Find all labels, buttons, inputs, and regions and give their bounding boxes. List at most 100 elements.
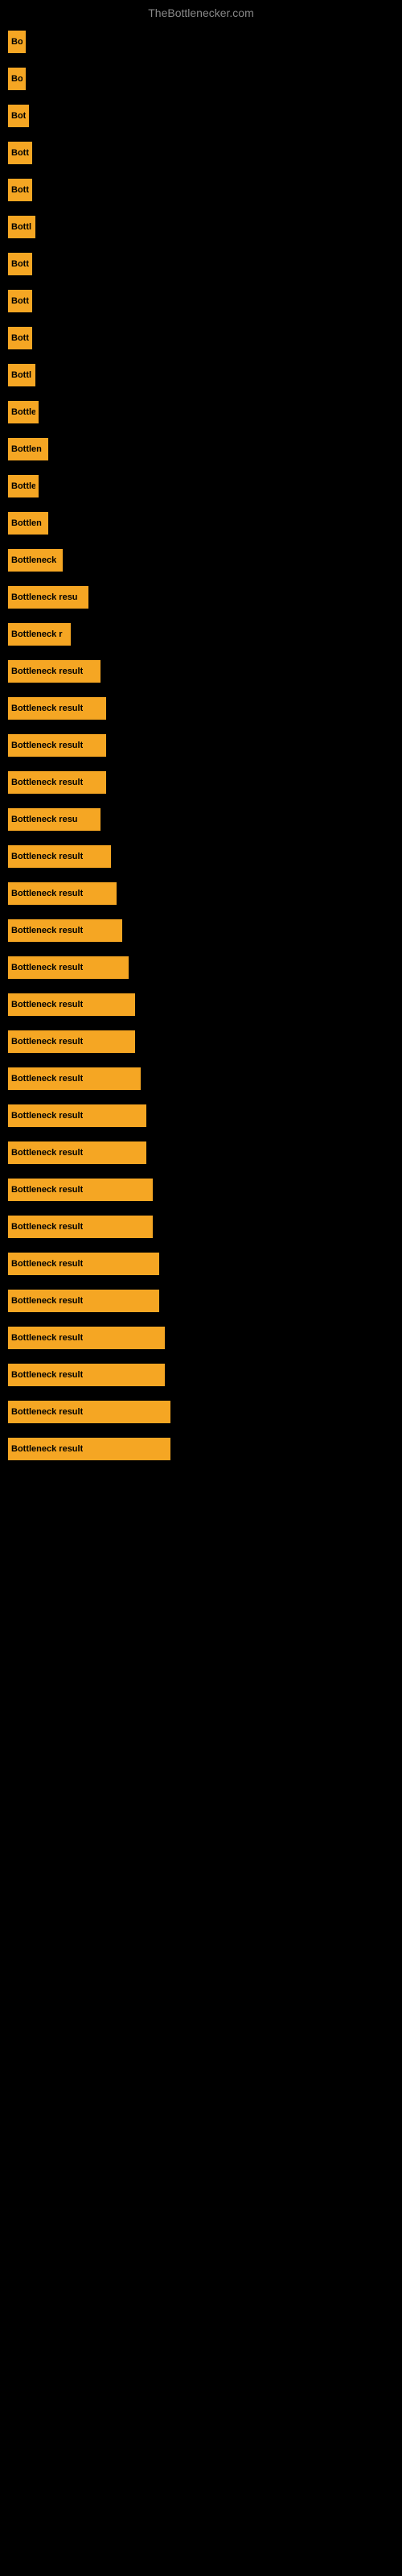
bar-label-31: Bottleneck result — [11, 1185, 83, 1195]
bar-30: Bottleneck result — [8, 1141, 146, 1164]
bar-row: Bottleneck result — [8, 1327, 394, 1349]
bar-31: Bottleneck result — [8, 1179, 153, 1201]
bar-row: Bot — [8, 105, 394, 127]
bar-23: Bottleneck result — [8, 882, 117, 905]
bar-label-8: Bott — [11, 333, 29, 343]
bar-row: Bottle — [8, 401, 394, 423]
bar-24: Bottleneck result — [8, 919, 122, 942]
bar-17: Bottleneck result — [8, 660, 100, 683]
bar-38: Bottleneck result — [8, 1438, 170, 1460]
bar-label-34: Bottleneck result — [11, 1296, 83, 1306]
bar-row: Bottleneck resu — [8, 808, 394, 831]
bar-row: Bott — [8, 290, 394, 312]
bar-row: Bottleneck result — [8, 1290, 394, 1312]
bar-label-6: Bott — [11, 259, 29, 269]
bar-label-1: Bo — [11, 74, 23, 84]
bar-row: Bott — [8, 142, 394, 164]
bar-7: Bott — [8, 290, 32, 312]
bar-22: Bottleneck result — [8, 845, 111, 868]
bar-11: Bottlen — [8, 438, 48, 460]
bar-12: Bottle — [8, 475, 39, 497]
bar-row: Bottlen — [8, 512, 394, 535]
bar-row: Bott — [8, 327, 394, 349]
bar-row: Bottleneck r — [8, 623, 394, 646]
bar-label-21: Bottleneck resu — [11, 815, 78, 824]
bar-row: Bo — [8, 68, 394, 90]
bar-3: Bott — [8, 142, 32, 164]
bar-label-9: Bottl — [11, 370, 31, 380]
bar-21: Bottleneck resu — [8, 808, 100, 831]
bar-row: Bottleneck result — [8, 993, 394, 1016]
bar-label-11: Bottlen — [11, 444, 42, 454]
bar-row: Bott — [8, 253, 394, 275]
bar-label-26: Bottleneck result — [11, 1000, 83, 1009]
bar-16: Bottleneck r — [8, 623, 71, 646]
bar-0: Bo — [8, 31, 26, 53]
bar-label-32: Bottleneck result — [11, 1222, 83, 1232]
bar-4: Bott — [8, 179, 32, 201]
bar-row: Bottleneck result — [8, 1438, 394, 1460]
bar-35: Bottleneck result — [8, 1327, 165, 1349]
bar-row: Bottleneck result — [8, 919, 394, 942]
bar-row: Bottleneck result — [8, 1067, 394, 1090]
bar-row: Bottleneck result — [8, 956, 394, 979]
bar-label-16: Bottleneck r — [11, 630, 63, 639]
bar-9: Bottl — [8, 364, 35, 386]
bar-label-17: Bottleneck result — [11, 667, 83, 676]
bar-row: Bott — [8, 179, 394, 201]
bar-label-18: Bottleneck result — [11, 704, 83, 713]
bar-label-33: Bottleneck result — [11, 1259, 83, 1269]
bar-label-22: Bottleneck result — [11, 852, 83, 861]
bar-1: Bo — [8, 68, 26, 90]
bar-row: Bottle — [8, 475, 394, 497]
bar-label-29: Bottleneck result — [11, 1111, 83, 1121]
bar-label-25: Bottleneck result — [11, 963, 83, 972]
bar-row: Bottleneck result — [8, 1401, 394, 1423]
bar-row: Bo — [8, 31, 394, 53]
bar-13: Bottlen — [8, 512, 48, 535]
bar-26: Bottleneck result — [8, 993, 135, 1016]
bar-row: Bottleneck resu — [8, 586, 394, 609]
bar-label-30: Bottleneck result — [11, 1148, 83, 1158]
bar-row: Bottleneck result — [8, 771, 394, 794]
bars-container: Bo Bo Bot Bott Bott Bottl Bott Bott Bott Bottl Bot… — [0, 23, 402, 1483]
bar-18: Bottleneck result — [8, 697, 106, 720]
bar-32: Bottleneck result — [8, 1216, 153, 1238]
bar-2: Bot — [8, 105, 29, 127]
bar-row: Bottleneck result — [8, 1030, 394, 1053]
bar-label-19: Bottleneck result — [11, 741, 83, 750]
bar-29: Bottleneck result — [8, 1104, 146, 1127]
bar-label-7: Bott — [11, 296, 29, 306]
bar-33: Bottleneck result — [8, 1253, 159, 1275]
bar-15: Bottleneck resu — [8, 586, 88, 609]
bar-row: Bottleneck result — [8, 660, 394, 683]
bar-14: Bottleneck — [8, 549, 63, 572]
bar-row: Bottlen — [8, 438, 394, 460]
bar-label-35: Bottleneck result — [11, 1333, 83, 1343]
bar-28: Bottleneck result — [8, 1067, 141, 1090]
bar-row: Bottleneck result — [8, 1179, 394, 1201]
bar-20: Bottleneck result — [8, 771, 106, 794]
bar-10: Bottle — [8, 401, 39, 423]
bar-row: Bottleneck result — [8, 1364, 394, 1386]
bar-label-4: Bott — [11, 185, 29, 195]
bar-8: Bott — [8, 327, 32, 349]
bar-row: Bottl — [8, 216, 394, 238]
bar-19: Bottleneck result — [8, 734, 106, 757]
bar-label-5: Bottl — [11, 222, 31, 232]
bar-label-36: Bottleneck result — [11, 1370, 83, 1380]
bar-row: Bottleneck result — [8, 1253, 394, 1275]
bar-row: Bottleneck result — [8, 697, 394, 720]
bar-row: Bottleneck result — [8, 1104, 394, 1127]
bar-label-20: Bottleneck result — [11, 778, 83, 787]
bar-label-13: Bottlen — [11, 518, 42, 528]
bar-5: Bottl — [8, 216, 35, 238]
bar-6: Bott — [8, 253, 32, 275]
bar-row: Bottleneck result — [8, 1216, 394, 1238]
bar-34: Bottleneck result — [8, 1290, 159, 1312]
bar-label-10: Bottle — [11, 407, 35, 417]
bar-label-38: Bottleneck result — [11, 1444, 83, 1454]
bar-row: Bottleneck — [8, 549, 394, 572]
bar-row: Bottleneck result — [8, 734, 394, 757]
bar-label-27: Bottleneck result — [11, 1037, 83, 1046]
